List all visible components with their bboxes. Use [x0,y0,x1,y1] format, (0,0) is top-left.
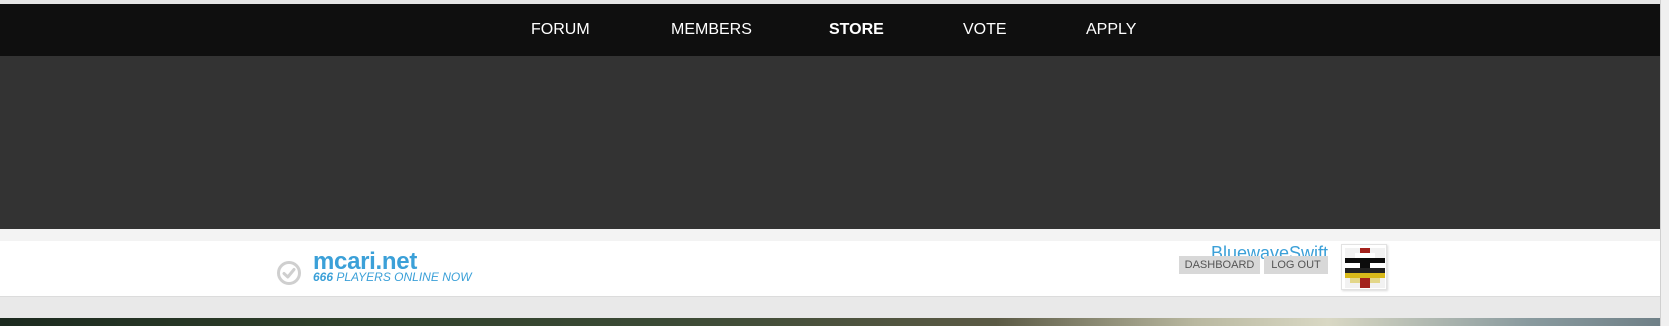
main-navbar: FORUM MEMBERS STORE VOTE APPLY [0,4,1660,56]
page: FORUM MEMBERS STORE VOTE APPLY mcari.net… [0,0,1669,326]
players-online: 666 PLAYERS ONLINE NOW [313,270,472,284]
nav-item-vote[interactable]: VOTE [963,4,1007,56]
logout-button[interactable]: LOG OUT [1264,256,1328,274]
dashboard-button[interactable]: DASHBOARD [1179,256,1260,274]
avatar[interactable] [1341,244,1387,290]
player-count: 666 [313,270,334,284]
nav-item-members[interactable]: MEMBERS [671,4,752,56]
content-spacer [0,298,1660,318]
header-banner [0,56,1660,229]
nav-item-apply[interactable]: APPLY [1086,4,1136,56]
check-circle-icon [276,260,302,286]
nav-item-forum[interactable]: FORUM [531,4,590,56]
background-scenery-image [0,318,1660,326]
players-online-label: PLAYERS ONLINE NOW [336,270,472,284]
banner-spacer [0,229,1660,241]
page-scrollbar[interactable] [1660,0,1669,326]
nav-item-store[interactable]: STORE [829,4,884,56]
server-info-bar [0,241,1660,297]
